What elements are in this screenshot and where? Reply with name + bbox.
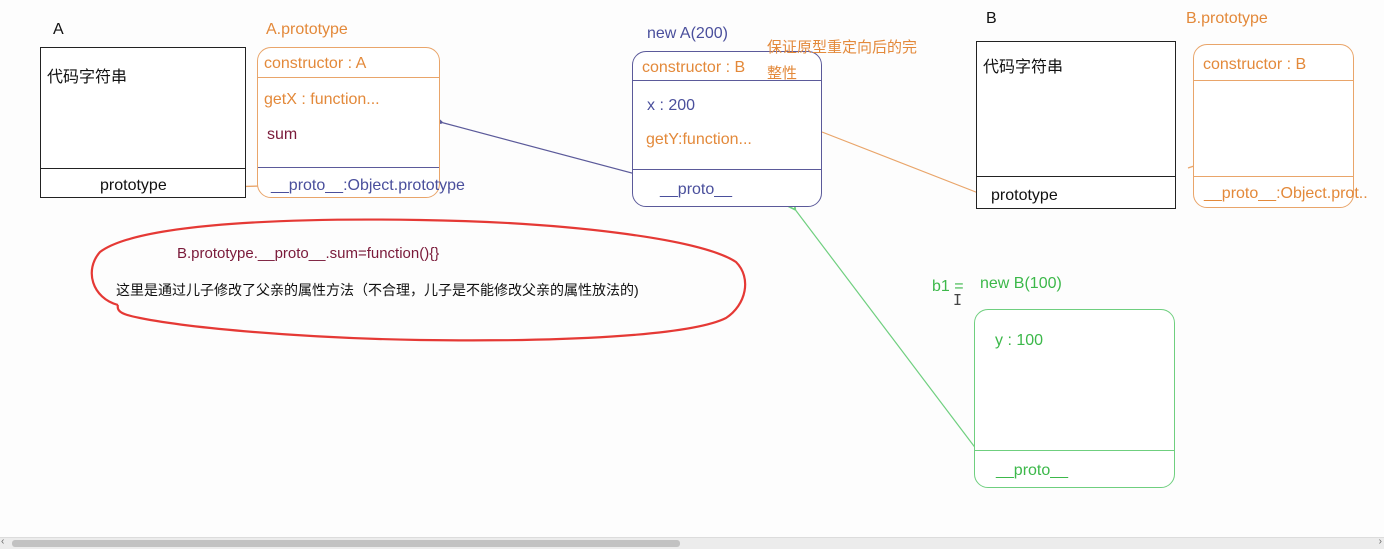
text-cursor-icon: I — [953, 291, 963, 309]
integrity-note-line1: 保证原型重定向后的完 — [767, 39, 918, 56]
b-prototype-title: B.prototype — [1186, 10, 1268, 27]
a-prototype-proto: __proto__:Object.prototype — [271, 177, 465, 194]
instance-a-divider-bottom — [633, 169, 821, 170]
instance-b-title: new B(100) — [980, 275, 1062, 292]
class-a-title: A — [53, 21, 64, 38]
instance-a-proto: __proto__ — [660, 181, 733, 198]
horizontal-scrollbar[interactable]: ‹ › — [0, 536, 1384, 549]
a-prototype-divider-bottom — [258, 167, 439, 168]
class-b-divider — [977, 176, 1175, 177]
b-prototype-proto: __proto__:Object.prot.. — [1204, 185, 1368, 202]
scrollbar-thumb[interactable] — [12, 540, 680, 547]
a-prototype-constructor: constructor : A — [264, 55, 367, 72]
b-prototype-link — [821, 131, 987, 197]
class-a-body: 代码字符串 — [47, 69, 128, 86]
instance-a-gety: getY:function... — [646, 131, 752, 148]
diagram-board: A 代码字符串 prototype A.prototype constructo… — [0, 0, 1384, 549]
instance-b-y: y : 100 — [995, 332, 1044, 349]
class-a-divider — [41, 168, 245, 169]
b-prototype-divider-bottom — [1194, 176, 1353, 177]
b-prototype-divider-top — [1194, 80, 1353, 81]
class-b-body: 代码字符串 — [983, 59, 1064, 76]
a-prototype-getx: getX : function... — [264, 91, 380, 108]
instance-a-x: x : 200 — [647, 97, 696, 114]
instance-b-box: y : 100 __proto__ — [974, 309, 1175, 488]
a-prototype-title: A.prototype — [266, 21, 348, 38]
integrity-note-line2: 整性 — [767, 65, 798, 82]
instance-b-proto-arrow — [794, 208, 987, 463]
annotation-code: B.prototype.__proto__.sum=function(){} — [177, 245, 440, 262]
scroll-left-icon[interactable]: ‹ — [1, 536, 4, 547]
a-prototype-sum: sum — [267, 126, 298, 143]
scroll-right-icon[interactable]: › — [1379, 536, 1382, 547]
instance-a-proto-arrow — [440, 122, 659, 181]
class-b-title: B — [986, 10, 997, 27]
instance-a-constructor: constructor : B — [642, 59, 746, 76]
class-b-prototype-label: prototype — [991, 187, 1058, 204]
b-prototype-constructor: constructor : B — [1203, 56, 1307, 73]
instance-a-title: new A(200) — [647, 25, 728, 42]
a-prototype-box: constructor : A getX : function... sum — [257, 47, 440, 198]
instance-b-proto: __proto__ — [996, 462, 1069, 479]
class-a-box: 代码字符串 prototype — [40, 47, 246, 198]
class-b-box: 代码字符串 prototype — [976, 41, 1176, 209]
instance-b-divider — [975, 450, 1174, 451]
class-a-prototype-label: prototype — [100, 177, 167, 194]
b-prototype-box: constructor : B __proto__:Object.prot.. — [1193, 44, 1368, 208]
annotation-text: 这里是通过儿子修改了父亲的属性方法（不合理，儿子是不能修改父亲的属性放法的) — [116, 282, 639, 298]
a-prototype-divider-top — [258, 77, 439, 78]
